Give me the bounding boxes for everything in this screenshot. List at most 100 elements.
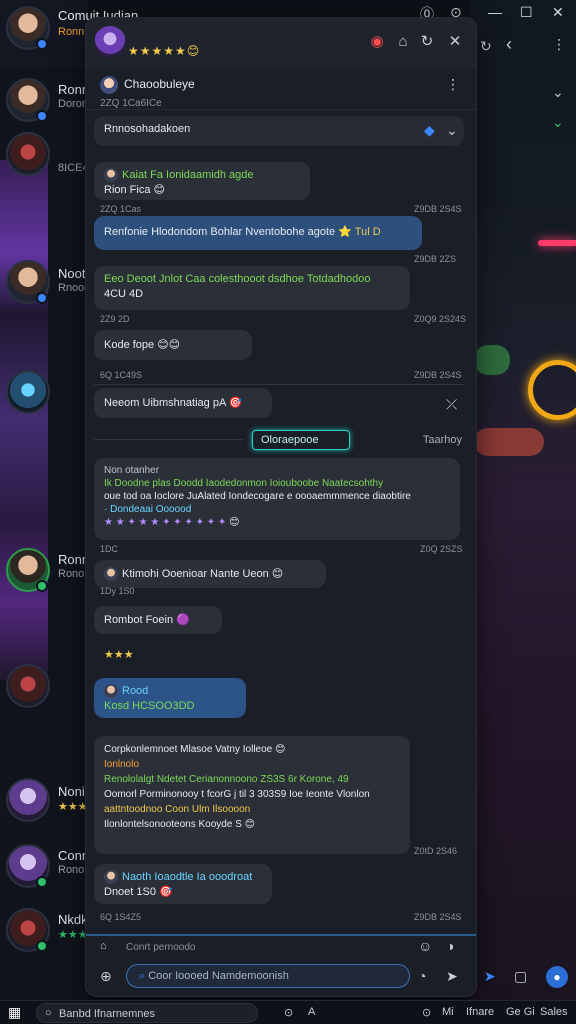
attach-icon[interactable]: ⌂	[100, 940, 107, 952]
game-avatar[interactable]	[6, 370, 50, 414]
chevron-down-icon[interactable]: ⌄	[552, 84, 564, 101]
gif-icon[interactable]: ◑	[446, 938, 454, 954]
contact-name[interactable]: Ronn	[58, 82, 89, 97]
close-x-icon[interactable]: ✕	[444, 32, 466, 52]
message-text: Dnoet 1S0	[104, 886, 156, 898]
taskbar-search[interactable]: ○ Banbd Ifnarnemnes	[36, 1003, 258, 1023]
sender-avatar	[104, 870, 118, 885]
rating-stars: ★★★★★😊	[128, 44, 201, 58]
profile-bubble-icon[interactable]: ●	[546, 966, 568, 988]
back-chevron-icon[interactable]: ‹	[506, 34, 512, 55]
message-bubble[interactable]: Ktimohi Ooenioar Nante Ueon 😊	[94, 560, 326, 588]
message-text: Kosd HCSOO3DD	[104, 700, 195, 712]
chevron-down-green-icon[interactable]: ⌄	[552, 114, 564, 131]
game-avatar[interactable]	[6, 132, 50, 176]
contact-name[interactable]: Conn	[58, 848, 89, 863]
presence-dot	[36, 38, 48, 50]
refresh-icon-bg[interactable]: ↻	[480, 38, 492, 55]
sender-avatar	[104, 567, 118, 582]
presence-dot	[36, 580, 48, 592]
toggle-icon[interactable]: ◉	[366, 32, 388, 52]
menu-icon[interactable]: ⋮	[552, 36, 566, 53]
message-text: Renololalgt Ndetet Cerianonnoono ZS3S 6r…	[104, 774, 349, 785]
message-time: 6Q 1C49S	[100, 370, 143, 380]
message-bubble[interactable]: Rnnosohadakoen	[94, 116, 464, 146]
message-stars: ★★★	[104, 649, 134, 661]
message-time: 2Z9 2D	[100, 314, 130, 324]
neon-bar-art	[538, 240, 576, 246]
taskbar-label[interactable]: Ifnare	[466, 1006, 494, 1018]
message-time: Z0ID 2S46	[414, 846, 458, 856]
divider	[94, 384, 464, 385]
message-extra: ⭐ Tul D	[338, 226, 381, 238]
contact-name[interactable]: Nkdk	[58, 912, 88, 927]
taskbar-icon[interactable]: ⊙	[422, 1006, 431, 1019]
message-bubble[interactable]: Corpkonlemnoet Mlasoe Vatny Iolleoe 😊 Io…	[94, 736, 410, 854]
add-icon[interactable]: ⊕	[100, 968, 112, 985]
group-avatar[interactable]	[94, 26, 126, 58]
message-text: Kaiat Fa Ionidaamidh agde	[122, 169, 254, 181]
contact-avatar[interactable]	[6, 778, 50, 822]
channel-row[interactable]: Chaoobuleye 2ZQ 1Ca6ICe ⋮	[86, 68, 476, 110]
game-avatar[interactable]	[6, 664, 50, 708]
contact-name[interactable]: Ronn	[58, 552, 89, 567]
taskbar-label[interactable]: Sales	[540, 1006, 568, 1018]
screenshot-icon[interactable]: ▢	[514, 968, 527, 985]
contact-rail: Comuit Iudian Ronn Ronn Dorom 8ICE4 Noot…	[0, 0, 138, 1000]
message-text: Rombot Foein	[104, 614, 174, 626]
presence-dot	[36, 110, 48, 122]
background-art	[470, 0, 576, 1000]
bookmark-icon[interactable]: ⌂	[392, 32, 414, 52]
message-bubble[interactable]: Kaiat Fa Ionidaamidh agde Rion Fica 😊	[94, 162, 310, 200]
message-time: Z0Q 2SZS	[420, 544, 463, 554]
message-time: 1Dy 1S0	[100, 586, 135, 596]
message-time: Z9DB 2ZS	[414, 254, 457, 264]
collapse-icon[interactable]: ⤫	[446, 396, 457, 413]
taskbar-icon[interactable]: A	[308, 1006, 315, 1018]
message-bubble[interactable]: Rombot Foein 🟣	[94, 606, 222, 634]
message-bubble[interactable]: Naoth Ioaodtle Ia ooodroat Dnoet 1S0 🎯	[94, 864, 272, 904]
red-bubble-art	[474, 428, 544, 456]
presence-dot	[36, 876, 48, 888]
send-alt-icon[interactable]: ➤	[484, 968, 496, 985]
message-bubble[interactable]: Non otanher Ik Doodne plas Doodd Iaodedo…	[94, 458, 460, 540]
chevron-down-icon[interactable]: ⌄	[446, 122, 458, 139]
message-text: · Dondeaai Oooood	[104, 504, 192, 515]
taskbar-icon[interactable]: ⊙	[284, 1006, 293, 1019]
maximize-button[interactable]: ☐	[520, 4, 533, 21]
date-separator-tag: Oloraepooe	[252, 430, 350, 450]
contact-name[interactable]: Noot	[58, 266, 85, 281]
message-bubble[interactable]: Renfonie Hlodondom Bohlar Nventobohe ago…	[94, 216, 422, 250]
sender-avatar	[104, 168, 118, 183]
presence-dot	[36, 940, 48, 952]
message-time: 2ZQ 1Cas	[100, 204, 142, 214]
divider	[94, 439, 244, 440]
send-icon[interactable]: ➤	[446, 968, 458, 985]
message-bubble[interactable]: Neeom Uibmshnatiag pA 🎯	[94, 388, 272, 418]
mic-icon[interactable]: ◔	[418, 968, 426, 984]
message-text: aattntoodnoo Coon Ulm Ilsoooon	[104, 804, 251, 815]
message-bubble[interactable]: Eeo Deoot Jnlot Caa colesthooot dsdhoe T…	[94, 266, 410, 310]
message-bubble[interactable]: Kode fope 😊😊	[94, 330, 252, 360]
message-time: Z9DB 2S4S	[414, 912, 462, 922]
emoji-icon[interactable]: ☺	[418, 938, 432, 954]
message-text: Rnnosohadakoen	[104, 123, 191, 135]
refresh-icon[interactable]: ↻	[416, 32, 438, 52]
separator-right-label: Taarhoy	[422, 434, 462, 446]
message-input[interactable]: ⌕ Coor Ioooed Namdemoonish	[126, 964, 410, 988]
channel-avatar	[100, 76, 118, 94]
contact-sub: ★★★	[58, 929, 88, 941]
more-options-icon[interactable]: ⋮	[446, 76, 460, 93]
close-button[interactable]: ✕	[552, 4, 564, 21]
taskbar-label[interactable]: Mi	[442, 1006, 454, 1018]
start-icon[interactable]: ▦	[8, 1004, 21, 1021]
sender-avatar	[104, 684, 118, 699]
taskbar-label[interactable]: Ge Gi	[506, 1006, 535, 1018]
message-text: Ionlnolo	[104, 759, 140, 770]
contact-sub: Rono	[58, 864, 85, 876]
minimize-button[interactable]: —	[488, 4, 502, 20]
channel-title: Chaoobuleye	[124, 77, 195, 91]
message-bubble[interactable]: Rood Kosd HCSOO3DD	[94, 678, 246, 718]
message-text: Neeom Uibmshnatiag pA	[104, 397, 226, 409]
app-subtitle: Ronn	[58, 26, 85, 38]
